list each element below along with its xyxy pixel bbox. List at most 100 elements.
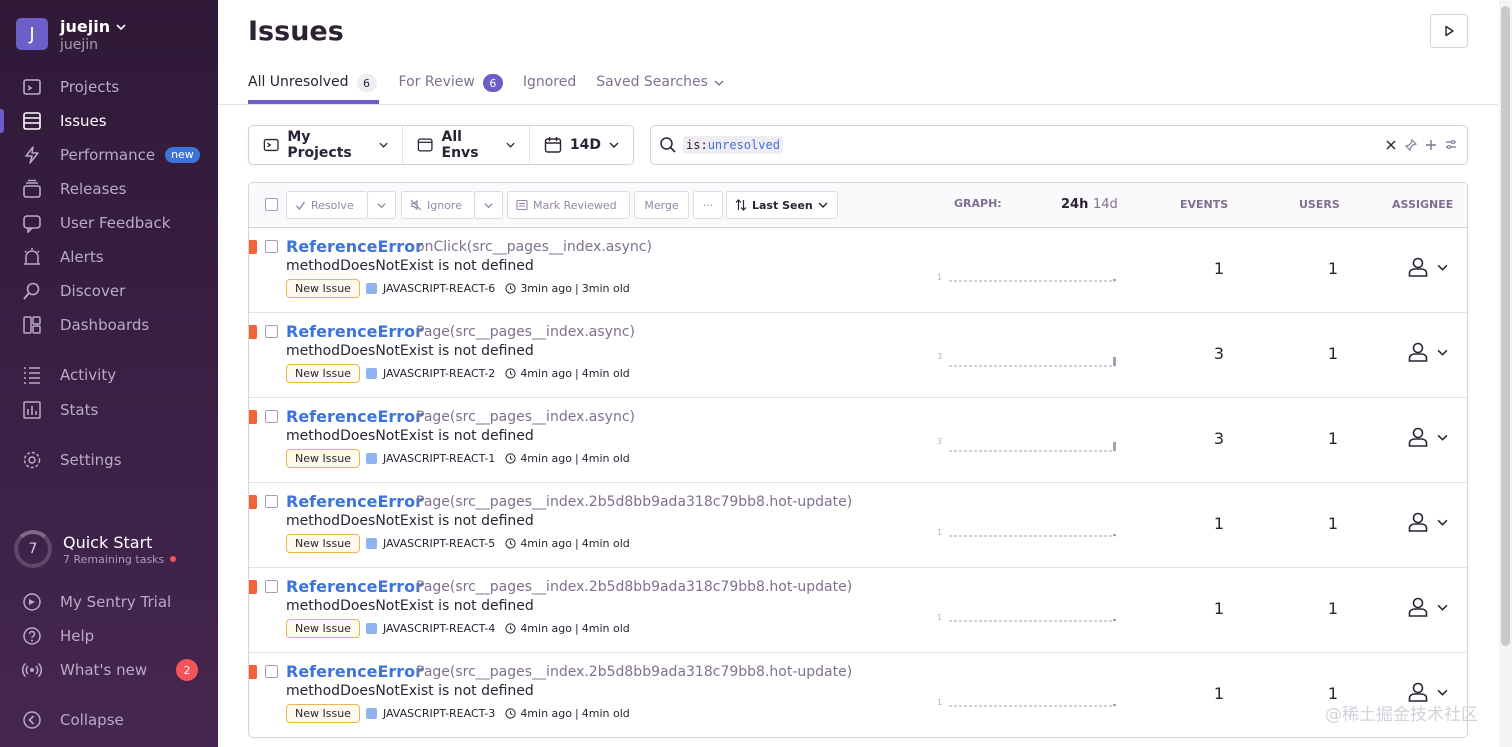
table-row[interactable]: ReferenceError Page(src__pages__index.as…	[249, 398, 1467, 483]
table-row[interactable]: ReferenceError Page(src__pages__index.as…	[249, 313, 1467, 398]
issue-short-id[interactable]: JAVASCRIPT-REACT-6	[383, 282, 495, 295]
assignee-header: ASSIGNEE	[1392, 198, 1454, 211]
tab-for-review[interactable]: For Review 6	[399, 66, 503, 104]
issue-title-link[interactable]: ReferenceError	[286, 407, 423, 426]
sidebar-item-alerts[interactable]: Alerts	[20, 243, 200, 271]
assignee-selector[interactable]	[1407, 596, 1448, 618]
sidebar-item-dashboards[interactable]: Dashboards	[20, 311, 200, 339]
project-selector-label: My Projects	[287, 129, 352, 161]
mark-reviewed-button[interactable]: Mark Reviewed	[507, 191, 630, 219]
sidebar-item-stats[interactable]: Stats	[20, 396, 200, 424]
tab-saved-searches[interactable]: Saved Searches	[596, 66, 724, 104]
row-checkbox[interactable]	[265, 665, 278, 678]
sidebar: J juejin juejin Projects Issues Performa…	[0, 0, 218, 747]
sidebar-item-label: Settings	[60, 451, 122, 469]
select-all-checkbox[interactable]	[265, 198, 278, 211]
ellipsis-icon: ···	[702, 198, 714, 212]
issue-title-link[interactable]: ReferenceError	[286, 577, 423, 596]
org-name: juejin	[60, 17, 111, 36]
issue-message: methodDoesNotExist is not defined	[286, 258, 534, 274]
active-indicator	[0, 109, 4, 133]
live-stream-button[interactable]	[1430, 14, 1468, 48]
watermark: @稀土掘金技术社区	[1325, 705, 1478, 725]
sidebar-item-whats-new[interactable]: What's new 2	[20, 656, 200, 684]
inbox-icon	[516, 199, 528, 211]
add-icon[interactable]	[1425, 139, 1437, 151]
sidebar-item-trial[interactable]: My Sentry Trial	[20, 588, 200, 616]
search-input[interactable]: is:unresolved	[650, 125, 1468, 165]
org-switcher[interactable]: J juejin juejin	[16, 18, 126, 54]
project-platform-icon	[365, 453, 377, 464]
chevron-down-icon	[1437, 689, 1448, 696]
window-icon	[417, 138, 433, 152]
sliders-icon[interactable]	[1445, 139, 1457, 151]
status-badge: New Issue	[286, 279, 360, 298]
merge-button[interactable]: Merge	[634, 191, 689, 219]
resolve-dropdown-button[interactable]	[367, 191, 396, 219]
sidebar-item-help[interactable]: Help	[20, 622, 200, 650]
table-row[interactable]: ReferenceError onClick(src__pages__index…	[249, 228, 1467, 313]
chevron-down-icon	[1437, 264, 1448, 271]
sidebar-item-collapse[interactable]: Collapse	[20, 706, 200, 734]
issue-short-id[interactable]: JAVASCRIPT-REACT-5	[383, 537, 495, 550]
sidebar-item-projects[interactable]: Projects	[20, 73, 200, 101]
page-title: Issues	[248, 16, 344, 47]
row-checkbox[interactable]	[265, 495, 278, 508]
sidebar-item-performance[interactable]: Performance new	[20, 141, 200, 169]
tab-all-unresolved[interactable]: All Unresolved 6	[248, 66, 379, 104]
resolve-button[interactable]: Resolve	[286, 191, 368, 219]
user-icon	[1408, 597, 1428, 617]
issue-short-id[interactable]: JAVASCRIPT-REACT-1	[383, 452, 495, 465]
sidebar-item-label: Issues	[60, 112, 107, 130]
sidebar-item-issues[interactable]: Issues	[20, 107, 200, 135]
sidebar-item-label: Projects	[60, 78, 120, 96]
environment-selector[interactable]: All Envs	[403, 126, 530, 164]
settings-icon	[20, 448, 44, 472]
graph-bar	[1113, 534, 1116, 536]
issue-title-link[interactable]: ReferenceError	[286, 237, 423, 256]
scrollbar[interactable]	[1499, 0, 1512, 747]
graph-24h-toggle[interactable]: 24h	[1061, 197, 1088, 212]
separator: |	[575, 282, 579, 295]
search-token[interactable]: is:unresolved	[683, 136, 783, 154]
assignee-selector[interactable]	[1407, 511, 1448, 533]
assignee-selector[interactable]	[1407, 341, 1448, 363]
table-row[interactable]: ReferenceError Page(src__pages__index.2b…	[249, 483, 1467, 568]
sidebar-item-label: Activity	[60, 366, 117, 384]
chevron-down-icon	[818, 202, 828, 208]
sidebar-item-activity[interactable]: Activity	[20, 361, 200, 389]
issue-short-id[interactable]: JAVASCRIPT-REACT-4	[383, 622, 495, 635]
tab-ignored[interactable]: Ignored	[523, 66, 576, 104]
row-checkbox[interactable]	[265, 240, 278, 253]
quick-start[interactable]: 7 Quick Start 7 Remaining tasks	[14, 530, 177, 568]
more-actions-button[interactable]: ···	[693, 191, 723, 219]
sort-selector[interactable]: Last Seen	[726, 191, 838, 219]
issue-meta: New Issue JAVASCRIPT-REACT-3 4min ago | …	[286, 704, 630, 723]
table-row[interactable]: ReferenceError Page(src__pages__index.2b…	[249, 653, 1467, 737]
sidebar-item-discover[interactable]: Discover	[20, 277, 200, 305]
issue-title-link[interactable]: ReferenceError	[286, 492, 423, 511]
clock-icon	[505, 283, 516, 294]
project-platform-icon	[365, 283, 377, 294]
assignee-selector[interactable]	[1407, 426, 1448, 448]
date-range-selector[interactable]: 14D	[530, 126, 633, 164]
sidebar-item-releases[interactable]: Releases	[20, 175, 200, 203]
scrollbar-thumb[interactable]	[1501, 6, 1510, 646]
issue-title-link[interactable]: ReferenceError	[286, 322, 423, 341]
issue-short-id[interactable]: JAVASCRIPT-REACT-3	[383, 707, 495, 720]
issue-short-id[interactable]: JAVASCRIPT-REACT-2	[383, 367, 495, 380]
table-row[interactable]: ReferenceError Page(src__pages__index.2b…	[249, 568, 1467, 653]
sidebar-item-user-feedback[interactable]: User Feedback	[20, 209, 200, 237]
issue-title-link[interactable]: ReferenceError	[286, 662, 423, 681]
ignore-button[interactable]: Ignore	[401, 191, 475, 219]
pin-icon[interactable]	[1405, 139, 1417, 151]
sidebar-item-settings[interactable]: Settings	[20, 446, 200, 474]
graph-14d-toggle[interactable]: 14d	[1093, 197, 1118, 212]
project-selector[interactable]: My Projects	[249, 126, 404, 164]
ignore-dropdown-button[interactable]	[474, 191, 503, 219]
row-checkbox[interactable]	[265, 410, 278, 423]
row-checkbox[interactable]	[265, 580, 278, 593]
assignee-selector[interactable]	[1407, 256, 1448, 278]
row-checkbox[interactable]	[265, 325, 278, 338]
close-icon[interactable]	[1385, 139, 1397, 151]
